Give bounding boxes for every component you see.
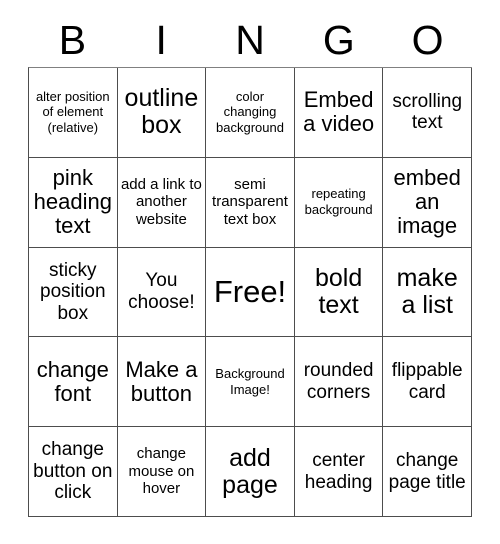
bingo-cell[interactable]: You choose!: [117, 247, 207, 338]
bingo-cell[interactable]: pink heading text: [29, 157, 118, 248]
bingo-cell-label: flippable card: [391, 360, 463, 403]
bingo-cell[interactable]: Embed a video: [294, 68, 384, 158]
bingo-cell-label: Background Image!: [215, 365, 285, 397]
bingo-cell[interactable]: make a list: [383, 247, 472, 338]
bingo-cell-label: semi transparent text box: [212, 175, 288, 229]
bingo-cell-free[interactable]: Free!: [206, 247, 295, 338]
bingo-cell-label: You choose!: [128, 270, 195, 313]
bingo-cell-label: change button on click: [33, 439, 113, 504]
bingo-cell[interactable]: add a link to another website: [117, 157, 207, 248]
bingo-cell[interactable]: add page: [206, 427, 295, 517]
bingo-header-letter-b: B: [58, 17, 87, 63]
bingo-cell-label: Free!: [213, 273, 287, 309]
bingo-cell-label: add a link to another website: [120, 175, 202, 229]
bingo-cell-label: change mouse on hover: [128, 445, 195, 498]
bingo-header-letter-n: N: [235, 17, 265, 63]
bingo-cell-label: Make a button: [125, 356, 198, 406]
bingo-cell[interactable]: change mouse on hover: [117, 427, 207, 517]
bingo-cell[interactable]: alter position of element (relative): [29, 68, 118, 158]
bingo-header-letter-g: G: [322, 17, 355, 63]
bingo-cell[interactable]: rounded corners: [294, 337, 384, 428]
bingo-cell-label: outline box: [124, 84, 199, 140]
bingo-cell-label: rounded corners: [303, 360, 374, 403]
bingo-header-letter-i: I: [155, 17, 167, 63]
bingo-cell-label: Embed a video: [303, 87, 375, 137]
bingo-cell-label: change font: [36, 356, 109, 406]
bingo-cell-label: center heading: [304, 449, 373, 493]
bingo-cell[interactable]: bold text: [294, 247, 384, 338]
bingo-card: B I N G O alter position of element (rel…: [0, 0, 500, 544]
bingo-cell[interactable]: semi transparent text box: [206, 157, 295, 248]
bingo-cell-label: make a list: [396, 263, 458, 319]
bingo-cell[interactable]: center heading: [294, 427, 384, 517]
bingo-cell[interactable]: scrolling text: [383, 68, 472, 158]
bingo-cell[interactable]: change button on click: [29, 427, 118, 517]
bingo-cell[interactable]: sticky position box: [29, 247, 118, 338]
bingo-cell[interactable]: outline box: [117, 68, 207, 158]
bingo-cell[interactable]: Make a button: [117, 337, 207, 428]
bingo-cell-label: pink heading text: [33, 164, 112, 239]
bingo-header-letter-o: O: [411, 17, 444, 63]
bingo-cell-label: add page: [222, 443, 278, 499]
bingo-cell[interactable]: change font: [29, 337, 118, 428]
bingo-cell[interactable]: change page title: [383, 427, 472, 517]
bingo-cell[interactable]: flippable card: [383, 337, 472, 428]
bingo-cell[interactable]: Background Image!: [206, 337, 295, 428]
bingo-cell-label: change page title: [388, 449, 466, 493]
bingo-cell[interactable]: color changing background: [206, 68, 295, 158]
bingo-cell[interactable]: repeating background: [294, 157, 384, 248]
bingo-cell-label: repeating background: [304, 186, 373, 218]
bingo-grid: alter position of element (relative) out…: [28, 67, 472, 517]
bingo-cell-label: scrolling text: [392, 90, 463, 134]
bingo-cell-label: bold text: [314, 263, 363, 319]
bingo-cell-label: embed an image: [393, 164, 461, 239]
bingo-cell-label: color changing background: [216, 88, 284, 136]
bingo-cell-label: sticky position box: [40, 259, 106, 324]
bingo-cell-label: alter position of element (relative): [35, 88, 110, 136]
bingo-header-row: B I N G O: [28, 14, 472, 67]
bingo-cell[interactable]: embed an image: [383, 157, 472, 248]
